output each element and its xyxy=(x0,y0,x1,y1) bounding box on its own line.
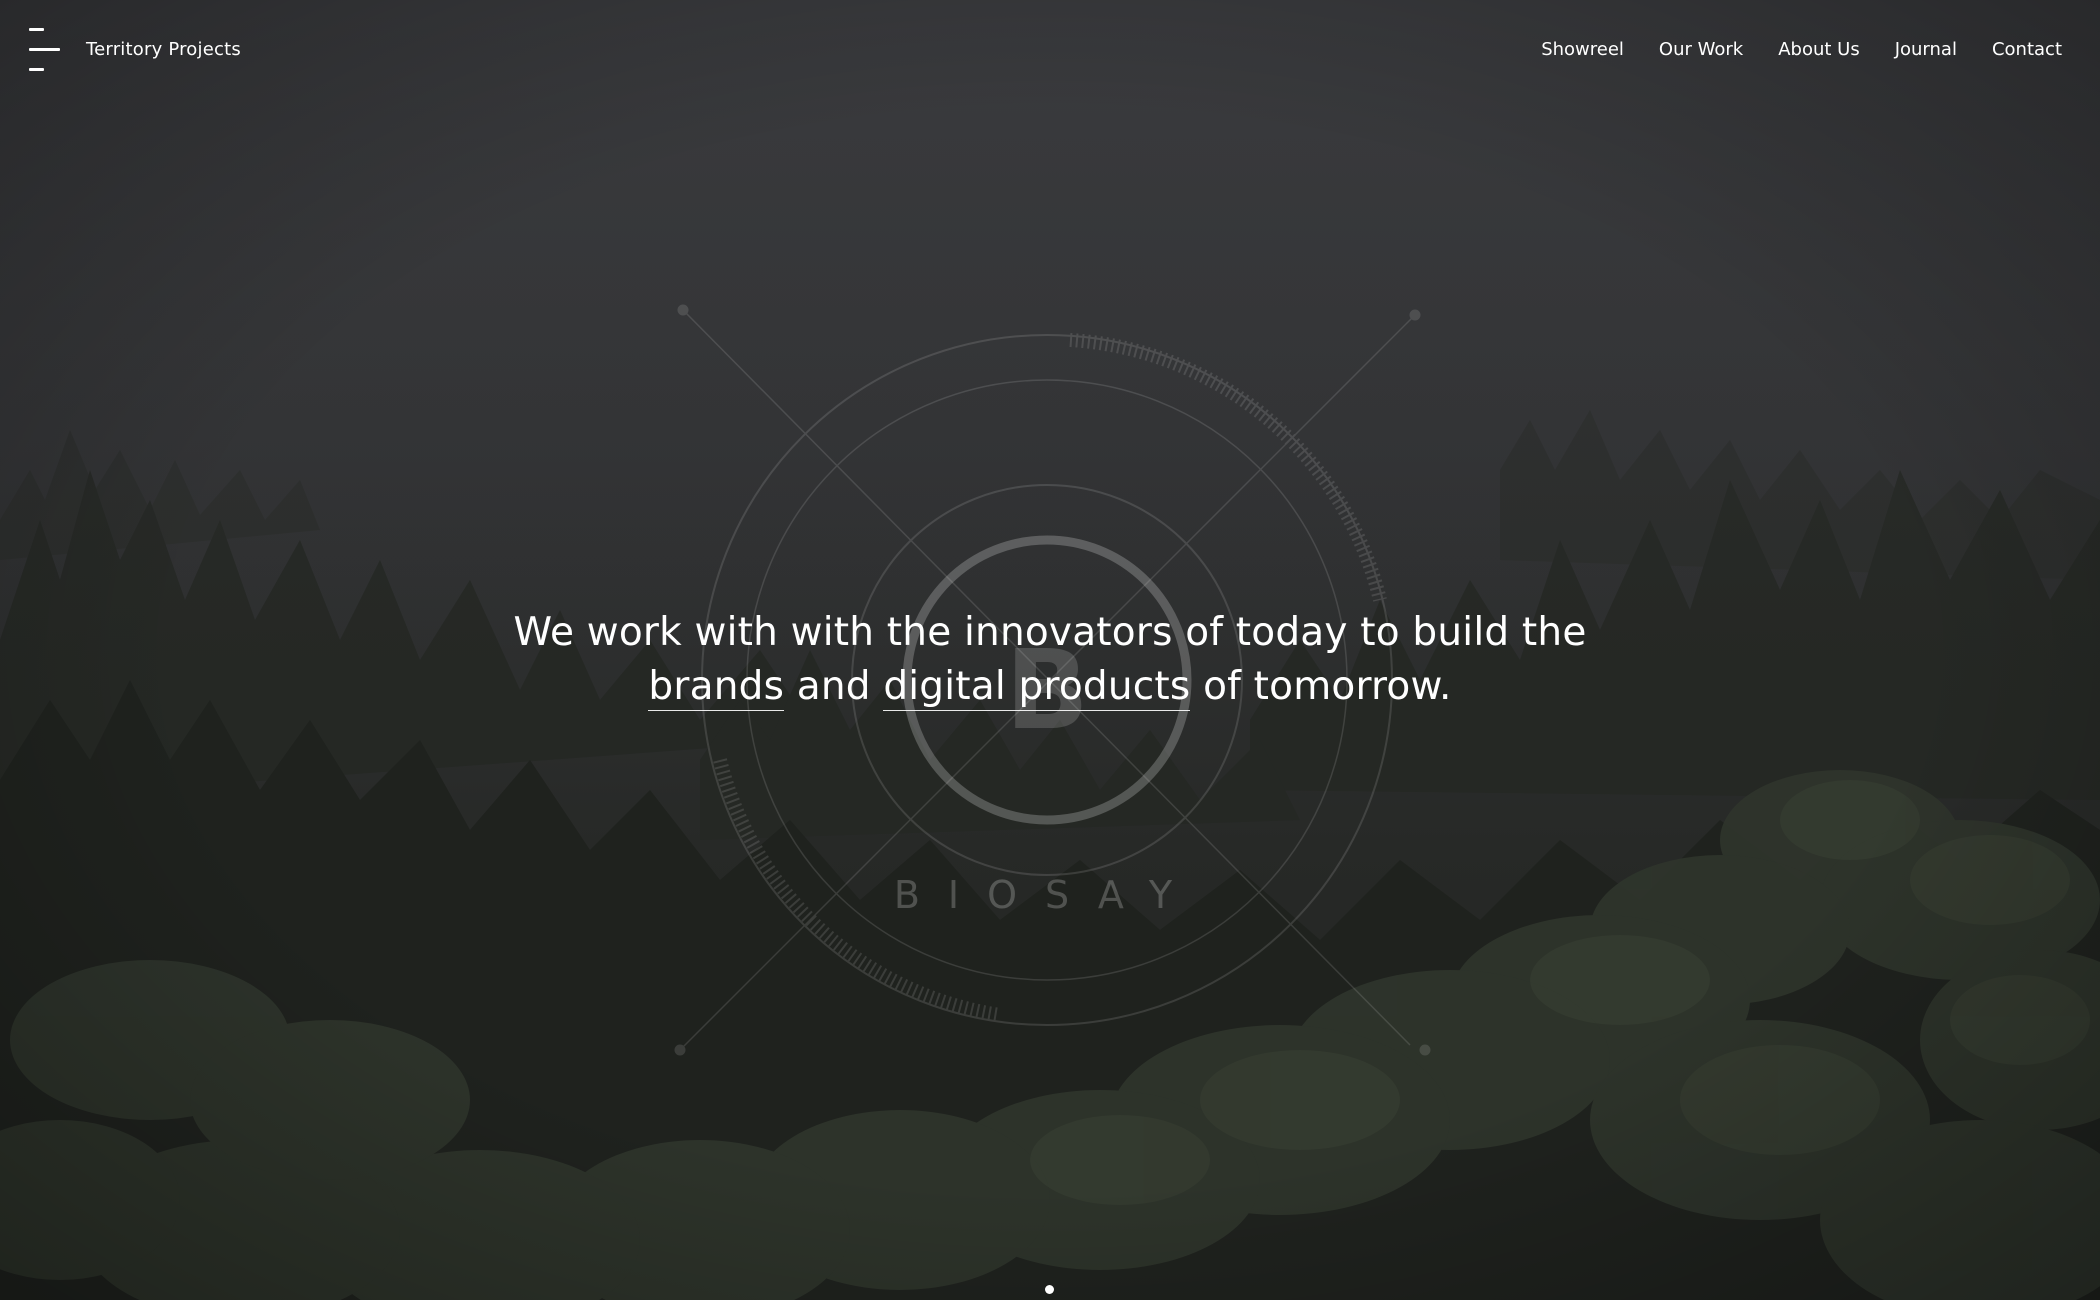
menu-icon-bar xyxy=(29,28,44,31)
menu-icon-bar xyxy=(29,68,44,71)
nav-contact[interactable]: Contact xyxy=(1992,38,2062,62)
brands-link[interactable]: brands xyxy=(648,664,785,711)
watermark-wordmark: BIOSAY xyxy=(894,873,1200,917)
hero-headline: We work with with the innovators of toda… xyxy=(450,606,1650,714)
nav-our-work[interactable]: Our Work xyxy=(1659,38,1743,62)
brand-link[interactable]: Territory Projects xyxy=(86,38,241,62)
headline-line-1: We work with with the innovators of toda… xyxy=(513,610,1587,655)
menu-icon-bar xyxy=(29,48,60,51)
nav-about-us[interactable]: About Us xyxy=(1778,38,1860,62)
digital-products-link[interactable]: digital products xyxy=(883,664,1191,711)
menu-icon[interactable] xyxy=(29,28,61,72)
headline-tail-text: of tomorrow. xyxy=(1203,664,1452,709)
nav-showreel[interactable]: Showreel xyxy=(1541,38,1624,62)
main-nav: Showreel Our Work About Us Journal Conta… xyxy=(1541,38,2062,62)
nav-journal[interactable]: Journal xyxy=(1895,38,1957,62)
headline-and-text: and xyxy=(796,664,871,709)
slide-pagination-dot[interactable] xyxy=(1045,1285,1054,1294)
